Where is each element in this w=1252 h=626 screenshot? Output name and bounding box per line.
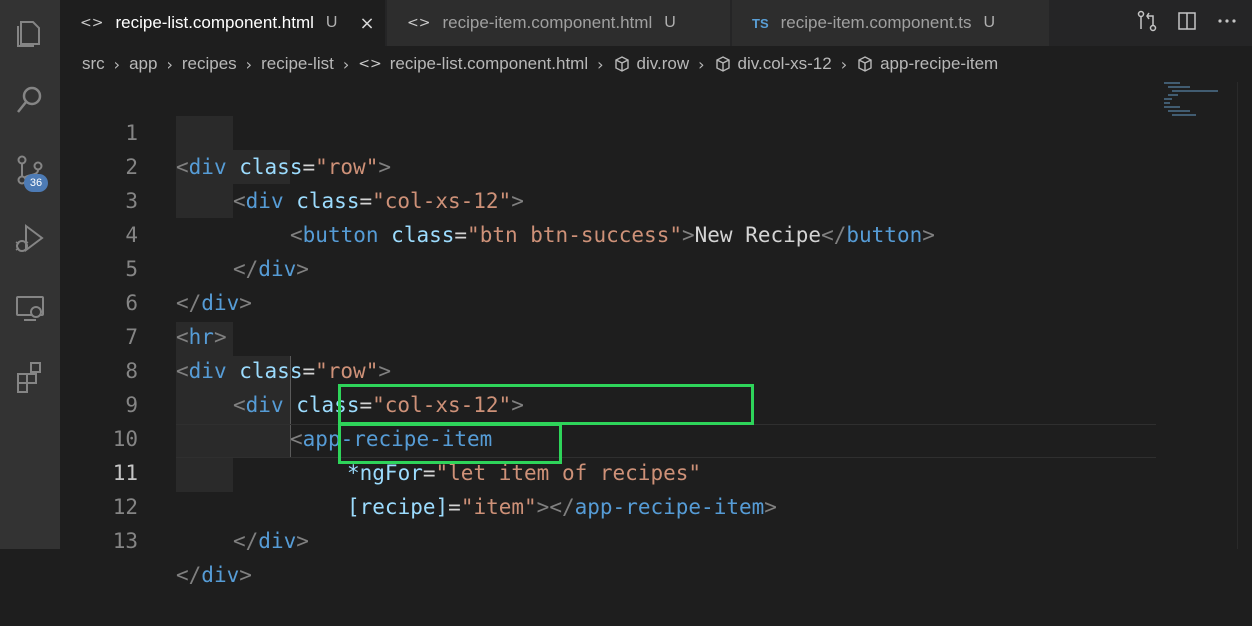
chevron-right-icon: › bbox=[342, 54, 350, 74]
highlight-recipe-binding-box bbox=[338, 423, 562, 464]
chevron-right-icon: › bbox=[166, 54, 173, 74]
tab-recipe-item-ts[interactable]: TS recipe-item.component.ts U bbox=[732, 0, 1050, 46]
line-number: 13 bbox=[112, 529, 138, 553]
cube-icon bbox=[714, 55, 732, 73]
activity-bar: 36 bbox=[0, 0, 60, 549]
remote-explorer-icon[interactable] bbox=[0, 284, 60, 332]
code-line[interactable]: 6 <hr> bbox=[60, 252, 1160, 349]
line-content: </div> bbox=[233, 529, 309, 553]
minimap[interactable] bbox=[1162, 80, 1232, 120]
breadcrumb-symbol[interactable]: div.row bbox=[637, 54, 690, 74]
breadcrumb-item[interactable]: src bbox=[82, 54, 105, 74]
tab-status: U bbox=[983, 14, 996, 31]
search-icon[interactable] bbox=[0, 76, 60, 124]
split-editor-icon[interactable] bbox=[1176, 10, 1198, 37]
line-content: </div> bbox=[176, 563, 252, 587]
highlight-ngfor-box bbox=[338, 384, 754, 425]
tab-label: recipe-item.component.html bbox=[442, 13, 653, 32]
html-file-icon: <> bbox=[407, 15, 431, 31]
breadcrumb-item[interactable]: recipe-list bbox=[261, 54, 334, 74]
tab-status: U bbox=[325, 14, 338, 31]
code-line[interactable]: 9 <app-recipe-item bbox=[60, 354, 1160, 451]
code-line[interactable]: 13 </div> bbox=[60, 490, 1160, 587]
chevron-right-icon: › bbox=[698, 54, 705, 74]
breadcrumb-symbol[interactable]: app-recipe-item bbox=[880, 54, 998, 74]
more-actions-icon[interactable] bbox=[1216, 10, 1238, 37]
breadcrumb: src › app › recipes › recipe-list › <> r… bbox=[60, 46, 1252, 82]
breadcrumb-item[interactable]: recipes bbox=[182, 54, 237, 74]
tab-recipe-item-html[interactable]: <> recipe-item.component.html U bbox=[387, 0, 731, 46]
tab-label: recipe-item.component.ts bbox=[780, 13, 972, 32]
code-line-current[interactable]: 11 [recipe]="item"></app-recipe-item> bbox=[60, 422, 1160, 519]
chevron-right-icon: › bbox=[840, 54, 848, 74]
code-line[interactable]: 1 <div class="row"> bbox=[60, 82, 1160, 179]
chevron-right-icon: › bbox=[597, 54, 604, 74]
html-file-icon: <> bbox=[358, 56, 382, 72]
code-line[interactable]: 3 <button class="btn btn-success">New Re… bbox=[60, 150, 1160, 247]
close-icon[interactable]: × bbox=[359, 13, 374, 34]
ts-file-icon: TS bbox=[752, 15, 769, 31]
chevron-right-icon: › bbox=[245, 54, 253, 74]
cube-icon bbox=[856, 55, 874, 73]
tab-recipe-list-html[interactable]: <> recipe-list.component.html U × bbox=[60, 0, 386, 46]
scm-badge: 36 bbox=[24, 174, 48, 192]
run-debug-icon[interactable] bbox=[0, 214, 60, 262]
breadcrumb-file[interactable]: recipe-list.component.html bbox=[390, 54, 588, 74]
code-line[interactable]: 4 </div> bbox=[60, 184, 1160, 281]
code-line[interactable]: 8 <div class="col-xs-12"> bbox=[60, 320, 1160, 417]
code-line[interactable]: 5 </div> bbox=[60, 218, 1160, 315]
tab-bar: <> recipe-list.component.html U × <> rec… bbox=[60, 0, 1252, 46]
extensions-icon[interactable] bbox=[0, 352, 60, 400]
editor-actions bbox=[1136, 0, 1252, 46]
breadcrumb-item[interactable]: app bbox=[129, 54, 157, 74]
code-line[interactable]: 7 <div class="row"> bbox=[60, 286, 1160, 383]
tab-status: U bbox=[664, 14, 676, 31]
code-line[interactable]: 12 </div> bbox=[60, 456, 1160, 553]
tab-label: recipe-list.component.html bbox=[115, 13, 314, 32]
open-changes-icon[interactable] bbox=[1136, 10, 1158, 37]
vertical-scrollbar[interactable] bbox=[1237, 82, 1252, 549]
cube-icon bbox=[613, 55, 631, 73]
code-line[interactable]: 2 <div class="col-xs-12"> bbox=[60, 116, 1160, 213]
breadcrumb-symbol[interactable]: div.col-xs-12 bbox=[738, 54, 832, 74]
explorer-icon[interactable] bbox=[0, 10, 60, 58]
chevron-right-icon: › bbox=[113, 54, 121, 74]
code-editor[interactable]: 1 <div class="row"> 2 <div class="col-xs… bbox=[60, 82, 1252, 587]
html-file-icon: <> bbox=[80, 15, 104, 31]
